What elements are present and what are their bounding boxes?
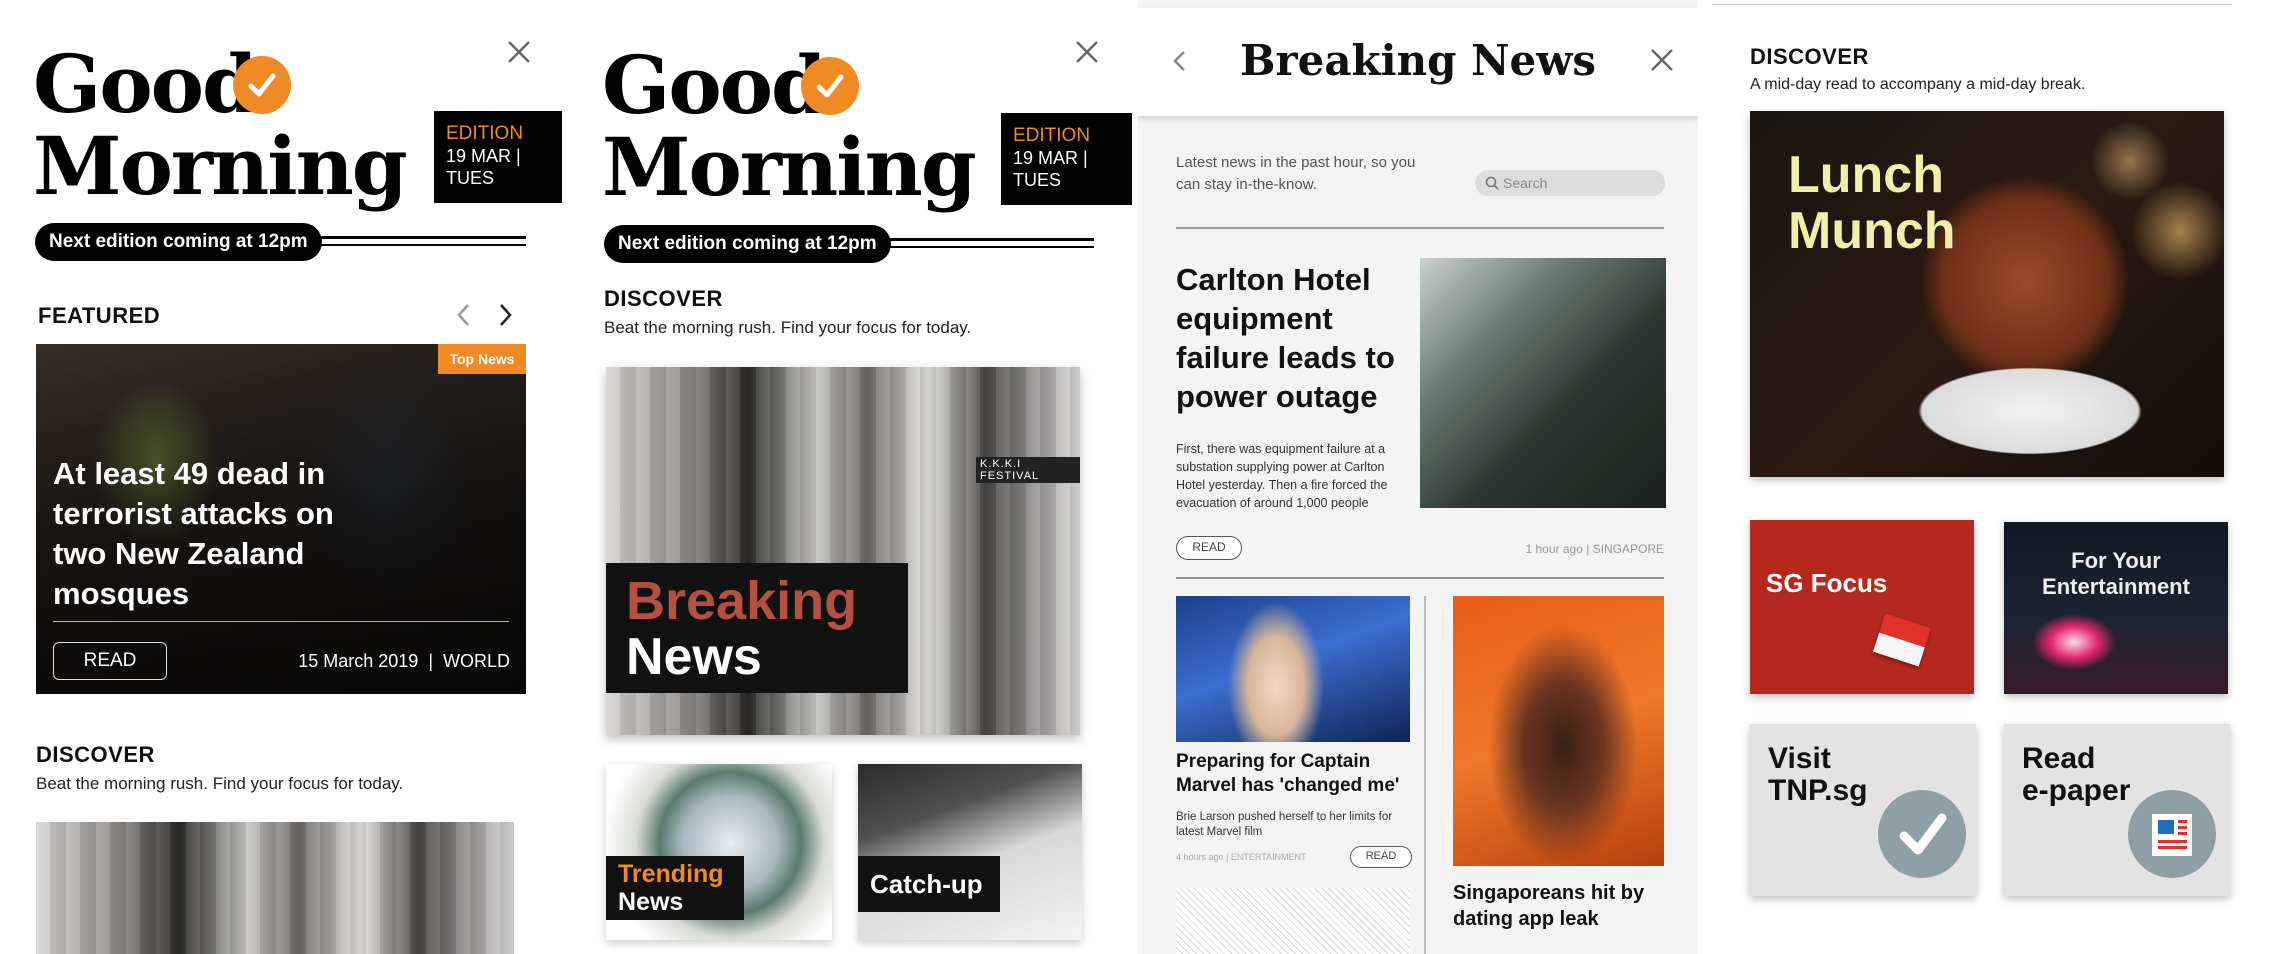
next-edition-pill: Next edition coming at 12pm (35, 223, 322, 261)
read-epaper-tile[interactable]: Read e-paper (2004, 724, 2230, 896)
hero-title-line2: Munch (1788, 202, 1956, 260)
logo-morning: Morning (33, 119, 408, 213)
lead-image[interactable] (1420, 258, 1666, 508)
section-subtitle: Beat the morning rush. Find your focus f… (36, 774, 404, 793)
divider (866, 238, 1094, 241)
screen-good-morning-featured: Good Morning EDITION 19 MAR | TUES Next … (0, 0, 566, 954)
read-button[interactable]: READ (1176, 536, 1242, 560)
check-icon (233, 56, 291, 114)
check-icon (801, 57, 859, 115)
chevron-right-icon[interactable] (494, 301, 516, 329)
section-title-discover: DISCOVER (36, 742, 155, 767)
top-news-badge: Top News (438, 344, 526, 374)
lead-meta: 1 hour ago | SINGAPORE (1525, 542, 1664, 556)
chevron-left-icon[interactable] (453, 301, 475, 329)
page-title: Breaking News (1239, 36, 1597, 85)
tile-label-line1: Read (2022, 742, 2096, 775)
edition-date: 19 MAR | (1013, 148, 1088, 168)
tile-label-line1: Visit (1768, 742, 1831, 775)
trending-news-tile[interactable]: Trending News (606, 764, 832, 940)
tile-label: Catch-up (858, 856, 1000, 912)
column-divider (1424, 596, 1426, 954)
divider (1176, 577, 1664, 579)
story-summary: Brie Larson pushed herself to her limits… (1176, 811, 1393, 838)
lunch-munch-card[interactable]: Lunch Munch (1750, 111, 2224, 477)
edition-day: TUES (1013, 170, 1062, 190)
section-title-discover: DISCOVER (1750, 44, 1869, 69)
story-headline[interactable]: Preparing for Captain Marvel has 'change… (1176, 750, 1416, 798)
edition-label: EDITION (446, 123, 524, 144)
trending-word: Trending (618, 860, 724, 888)
divider (1176, 227, 1664, 229)
news-word: News (626, 628, 762, 686)
screen-breaking-news: Breaking News Latest news in the past ho… (1138, 0, 1698, 954)
screen-good-morning-discover: Good Morning EDITION 19 MAR | TUES Next … (566, 0, 1132, 954)
edition-badge: EDITION 19 MAR | TUES (1001, 113, 1132, 205)
logo-good: Good (602, 38, 827, 132)
story-headline[interactable]: Singaporeans hit by dating app leak (1453, 880, 1668, 932)
tile-label: Trending News (606, 856, 744, 920)
story-image-coloring[interactable] (1176, 888, 1410, 954)
sg-focus-tile[interactable]: SG Focus (1750, 520, 1974, 694)
search-placeholder: Search (1503, 175, 1548, 191)
breaking-news-card[interactable]: K.K.K.I FESTIVAL Breaking News (606, 367, 1080, 735)
lead-headline[interactable]: Carlton Hotel equipment failure leads to… (1176, 260, 1416, 416)
check-icon (1878, 790, 1966, 878)
newspaper-strip: K.K.K.I FESTIVAL (976, 457, 1080, 483)
close-icon[interactable] (1073, 38, 1101, 66)
breaking-news-label: Breaking News (606, 563, 908, 693)
story-meta: 4 hours ago | ENTERTAINMENT (1176, 852, 1307, 862)
blur-texture (36, 822, 514, 954)
close-icon[interactable] (505, 38, 533, 66)
tile-label-line2: e-paper (2022, 774, 2131, 807)
singapore-flag-icon (1872, 613, 1932, 667)
news-word: News (618, 888, 684, 916)
top-divider (1712, 4, 2232, 5)
featured-meta: 15 March 2019 | WORLD (298, 651, 510, 671)
tile-label-line2: Entertainment (2042, 574, 2190, 599)
story-image-marvel[interactable] (1176, 596, 1410, 742)
section-title-discover: DISCOVER (604, 286, 723, 311)
visit-tnp-tile[interactable]: Visit TNP.sg (1750, 724, 1976, 896)
logo-good: Good (33, 37, 258, 131)
intro-text: Latest news in the past hour, so you can… (1176, 154, 1416, 193)
tile-label: SG Focus (1766, 568, 1888, 598)
featured-card[interactable]: Top News At least 49 dead in terrorist a… (36, 344, 526, 694)
tile-label-line2: TNP.sg (1768, 774, 1868, 807)
divider (300, 236, 526, 239)
newspaper-icon (2128, 790, 2216, 878)
hero-title-line1: Lunch (1788, 146, 1944, 204)
close-icon[interactable] (1648, 46, 1676, 74)
screen-lunch-discover: DISCOVER A mid-day read to accompany a m… (1712, 0, 2270, 954)
divider (300, 244, 526, 246)
section-subtitle: Beat the morning rush. Find your focus f… (604, 318, 972, 337)
divider (866, 246, 1094, 248)
discover-card-preview[interactable] (36, 822, 514, 954)
read-button[interactable]: READ (1350, 846, 1412, 868)
tile-label-line1: For Your (2071, 548, 2161, 573)
logo-morning: Morning (602, 120, 977, 214)
read-button[interactable]: READ (53, 642, 167, 680)
edition-date: 19 MAR | (446, 146, 521, 166)
edition-badge: EDITION 19 MAR | TUES (434, 111, 562, 203)
section-title-featured: FEATURED (38, 303, 161, 328)
app-header: Breaking News (1138, 8, 1698, 116)
story-image-hands[interactable] (1453, 596, 1664, 866)
lead-summary: First, there was equipment failure at a … (1176, 442, 1388, 510)
featured-headline[interactable]: At least 49 dead in terrorist attacks on… (53, 454, 383, 614)
breaking-word: Breaking (626, 571, 858, 631)
section-subtitle: A mid-day read to accompany a mid-day br… (1750, 76, 2086, 93)
search-icon (1485, 176, 1499, 190)
catch-up-tile[interactable]: Catch-up (858, 764, 1082, 940)
edition-day: TUES (446, 168, 495, 188)
edition-label: EDITION (1013, 125, 1091, 146)
next-edition-pill: Next edition coming at 12pm (604, 225, 891, 263)
divider (53, 621, 509, 622)
entertainment-tile[interactable]: For Your Entertainment (2004, 522, 2228, 694)
search-box[interactable]: Search (1475, 170, 1665, 196)
